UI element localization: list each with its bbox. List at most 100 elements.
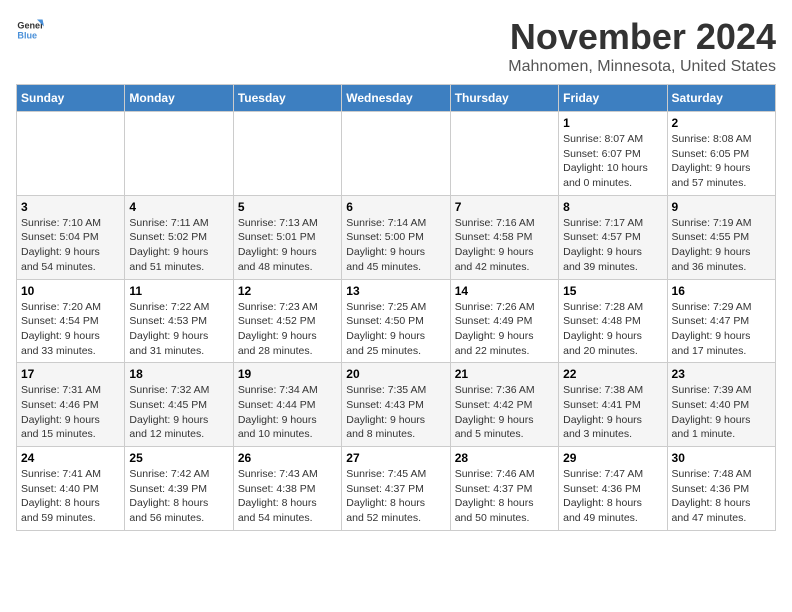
day-info: Sunrise: 7:28 AM Sunset: 4:48 PM Dayligh… <box>563 300 662 359</box>
calendar-cell: 28 Sunrise: 7:46 AM Sunset: 4:37 PM Dayli… <box>450 447 558 531</box>
calendar-cell <box>450 112 558 196</box>
calendar-cell: 24Sunrise: 7:41 AM Sunset: 4:40 PM Dayli… <box>17 447 125 531</box>
day-number: 12 <box>238 284 337 298</box>
day-info: Sunrise: 7:25 AM Sunset: 4:50 PM Dayligh… <box>346 300 445 359</box>
calendar-cell <box>233 112 341 196</box>
calendar-cell: 9Sunrise: 7:19 AM Sunset: 4:55 PM Daylig… <box>667 195 775 279</box>
day-number: 22 <box>563 367 662 381</box>
day-number: 25 <box>129 451 228 465</box>
calendar-cell: 20 Sunrise: 7:35 AM Sunset: 4:43 PM Dayli… <box>342 363 450 447</box>
day-number: 19 <box>238 367 337 381</box>
calendar-cell: 13 Sunrise: 7:25 AM Sunset: 4:50 PM Dayli… <box>342 279 450 363</box>
calendar-week-row: 17Sunrise: 7:31 AM Sunset: 4:46 PM Dayli… <box>17 363 776 447</box>
day-info: Sunrise: 7:38 AM Sunset: 4:41 PM Dayligh… <box>563 383 662 442</box>
day-number: 14 <box>455 284 554 298</box>
day-info: Sunrise: 7:41 AM Sunset: 4:40 PM Dayligh… <box>21 467 120 526</box>
day-info: Sunrise: 7:19 AM Sunset: 4:55 PM Dayligh… <box>672 216 771 275</box>
day-number: 28 <box>455 451 554 465</box>
day-info: Sunrise: 7:48 AM Sunset: 4:36 PM Dayligh… <box>672 467 771 526</box>
day-number: 8 <box>563 200 662 214</box>
day-info: Sunrise: 7:26 AM Sunset: 4:49 PM Dayligh… <box>455 300 554 359</box>
day-number: 4 <box>129 200 228 214</box>
day-number: 11 <box>129 284 228 298</box>
day-info: Sunrise: 7:42 AM Sunset: 4:39 PM Dayligh… <box>129 467 228 526</box>
day-info: Sunrise: 7:31 AM Sunset: 4:46 PM Dayligh… <box>21 383 120 442</box>
location-title: Mahnomen, Minnesota, United States <box>508 58 776 76</box>
day-info: Sunrise: 7:47 AM Sunset: 4:36 PM Dayligh… <box>563 467 662 526</box>
weekday-header-cell: Friday <box>559 85 667 112</box>
calendar-cell: 5 Sunrise: 7:13 AM Sunset: 5:01 PM Daylig… <box>233 195 341 279</box>
calendar-week-row: 3Sunrise: 7:10 AM Sunset: 5:04 PM Daylig… <box>17 195 776 279</box>
day-info: Sunrise: 8:07 AM Sunset: 6:07 PM Dayligh… <box>563 132 662 191</box>
weekday-header-cell: Sunday <box>17 85 125 112</box>
day-info: Sunrise: 7:13 AM Sunset: 5:01 PM Dayligh… <box>238 216 337 275</box>
calendar-cell: 11 Sunrise: 7:22 AM Sunset: 4:53 PM Dayli… <box>125 279 233 363</box>
day-info: Sunrise: 7:11 AM Sunset: 5:02 PM Dayligh… <box>129 216 228 275</box>
day-number: 15 <box>563 284 662 298</box>
day-number: 13 <box>346 284 445 298</box>
day-info: Sunrise: 7:43 AM Sunset: 4:38 PM Dayligh… <box>238 467 337 526</box>
calendar-cell: 2 Sunrise: 8:08 AM Sunset: 6:05 PM Daylig… <box>667 112 775 196</box>
logo-icon: General Blue <box>16 16 44 44</box>
calendar: SundayMondayTuesdayWednesdayThursdayFrid… <box>16 84 776 531</box>
day-info: Sunrise: 7:17 AM Sunset: 4:57 PM Dayligh… <box>563 216 662 275</box>
calendar-cell: 27Sunrise: 7:45 AM Sunset: 4:37 PM Dayli… <box>342 447 450 531</box>
day-number: 5 <box>238 200 337 214</box>
calendar-cell: 21Sunrise: 7:36 AM Sunset: 4:42 PM Dayli… <box>450 363 558 447</box>
calendar-cell: 23Sunrise: 7:39 AM Sunset: 4:40 PM Dayli… <box>667 363 775 447</box>
calendar-cell: 15 Sunrise: 7:28 AM Sunset: 4:48 PM Dayli… <box>559 279 667 363</box>
day-info: Sunrise: 7:36 AM Sunset: 4:42 PM Dayligh… <box>455 383 554 442</box>
calendar-cell: 6 Sunrise: 7:14 AM Sunset: 5:00 PM Daylig… <box>342 195 450 279</box>
calendar-cell: 4 Sunrise: 7:11 AM Sunset: 5:02 PM Daylig… <box>125 195 233 279</box>
day-number: 20 <box>346 367 445 381</box>
day-info: Sunrise: 7:22 AM Sunset: 4:53 PM Dayligh… <box>129 300 228 359</box>
calendar-cell: 17Sunrise: 7:31 AM Sunset: 4:46 PM Dayli… <box>17 363 125 447</box>
weekday-header-cell: Thursday <box>450 85 558 112</box>
calendar-cell: 22 Sunrise: 7:38 AM Sunset: 4:41 PM Dayli… <box>559 363 667 447</box>
day-number: 26 <box>238 451 337 465</box>
calendar-cell: 29 Sunrise: 7:47 AM Sunset: 4:36 PM Dayli… <box>559 447 667 531</box>
calendar-cell: 12 Sunrise: 7:23 AM Sunset: 4:52 PM Dayli… <box>233 279 341 363</box>
calendar-cell: 3Sunrise: 7:10 AM Sunset: 5:04 PM Daylig… <box>17 195 125 279</box>
calendar-cell: 19 Sunrise: 7:34 AM Sunset: 4:44 PM Dayli… <box>233 363 341 447</box>
day-number: 10 <box>21 284 120 298</box>
calendar-cell <box>17 112 125 196</box>
day-number: 2 <box>672 116 771 130</box>
calendar-cell: 16 Sunrise: 7:29 AM Sunset: 4:47 PM Dayli… <box>667 279 775 363</box>
weekday-header-cell: Saturday <box>667 85 775 112</box>
calendar-cell: 18Sunrise: 7:32 AM Sunset: 4:45 PM Dayli… <box>125 363 233 447</box>
weekday-header-cell: Tuesday <box>233 85 341 112</box>
calendar-cell: 1 Sunrise: 8:07 AM Sunset: 6:07 PM Daylig… <box>559 112 667 196</box>
day-info: Sunrise: 7:45 AM Sunset: 4:37 PM Dayligh… <box>346 467 445 526</box>
day-number: 1 <box>563 116 662 130</box>
day-number: 16 <box>672 284 771 298</box>
day-number: 29 <box>563 451 662 465</box>
day-info: Sunrise: 7:29 AM Sunset: 4:47 PM Dayligh… <box>672 300 771 359</box>
day-info: Sunrise: 7:23 AM Sunset: 4:52 PM Dayligh… <box>238 300 337 359</box>
day-number: 6 <box>346 200 445 214</box>
day-info: Sunrise: 7:10 AM Sunset: 5:04 PM Dayligh… <box>21 216 120 275</box>
calendar-cell: 10 Sunrise: 7:20 AM Sunset: 4:54 PM Dayli… <box>17 279 125 363</box>
day-info: Sunrise: 7:20 AM Sunset: 4:54 PM Dayligh… <box>21 300 120 359</box>
calendar-cell: 25 Sunrise: 7:42 AM Sunset: 4:39 PM Dayli… <box>125 447 233 531</box>
day-info: Sunrise: 7:46 AM Sunset: 4:37 PM Dayligh… <box>455 467 554 526</box>
calendar-cell <box>125 112 233 196</box>
day-info: Sunrise: 7:14 AM Sunset: 5:00 PM Dayligh… <box>346 216 445 275</box>
day-number: 30 <box>672 451 771 465</box>
day-info: Sunrise: 7:39 AM Sunset: 4:40 PM Dayligh… <box>672 383 771 442</box>
day-info: Sunrise: 7:16 AM Sunset: 4:58 PM Dayligh… <box>455 216 554 275</box>
calendar-cell <box>342 112 450 196</box>
day-info: Sunrise: 8:08 AM Sunset: 6:05 PM Dayligh… <box>672 132 771 191</box>
calendar-cell: 14 Sunrise: 7:26 AM Sunset: 4:49 PM Dayli… <box>450 279 558 363</box>
weekday-header-row: SundayMondayTuesdayWednesdayThursdayFrid… <box>17 85 776 112</box>
month-title: November 2024 <box>508 16 776 58</box>
day-info: Sunrise: 7:34 AM Sunset: 4:44 PM Dayligh… <box>238 383 337 442</box>
header: General Blue November 2024 Mahnomen, Min… <box>16 16 776 76</box>
calendar-body: 1 Sunrise: 8:07 AM Sunset: 6:07 PM Daylig… <box>17 112 776 531</box>
calendar-cell: 30 Sunrise: 7:48 AM Sunset: 4:36 PM Dayli… <box>667 447 775 531</box>
calendar-cell: 8 Sunrise: 7:17 AM Sunset: 4:57 PM Daylig… <box>559 195 667 279</box>
calendar-week-row: 10 Sunrise: 7:20 AM Sunset: 4:54 PM Dayli… <box>17 279 776 363</box>
day-info: Sunrise: 7:35 AM Sunset: 4:43 PM Dayligh… <box>346 383 445 442</box>
calendar-cell: 7Sunrise: 7:16 AM Sunset: 4:58 PM Daylig… <box>450 195 558 279</box>
weekday-header-cell: Wednesday <box>342 85 450 112</box>
